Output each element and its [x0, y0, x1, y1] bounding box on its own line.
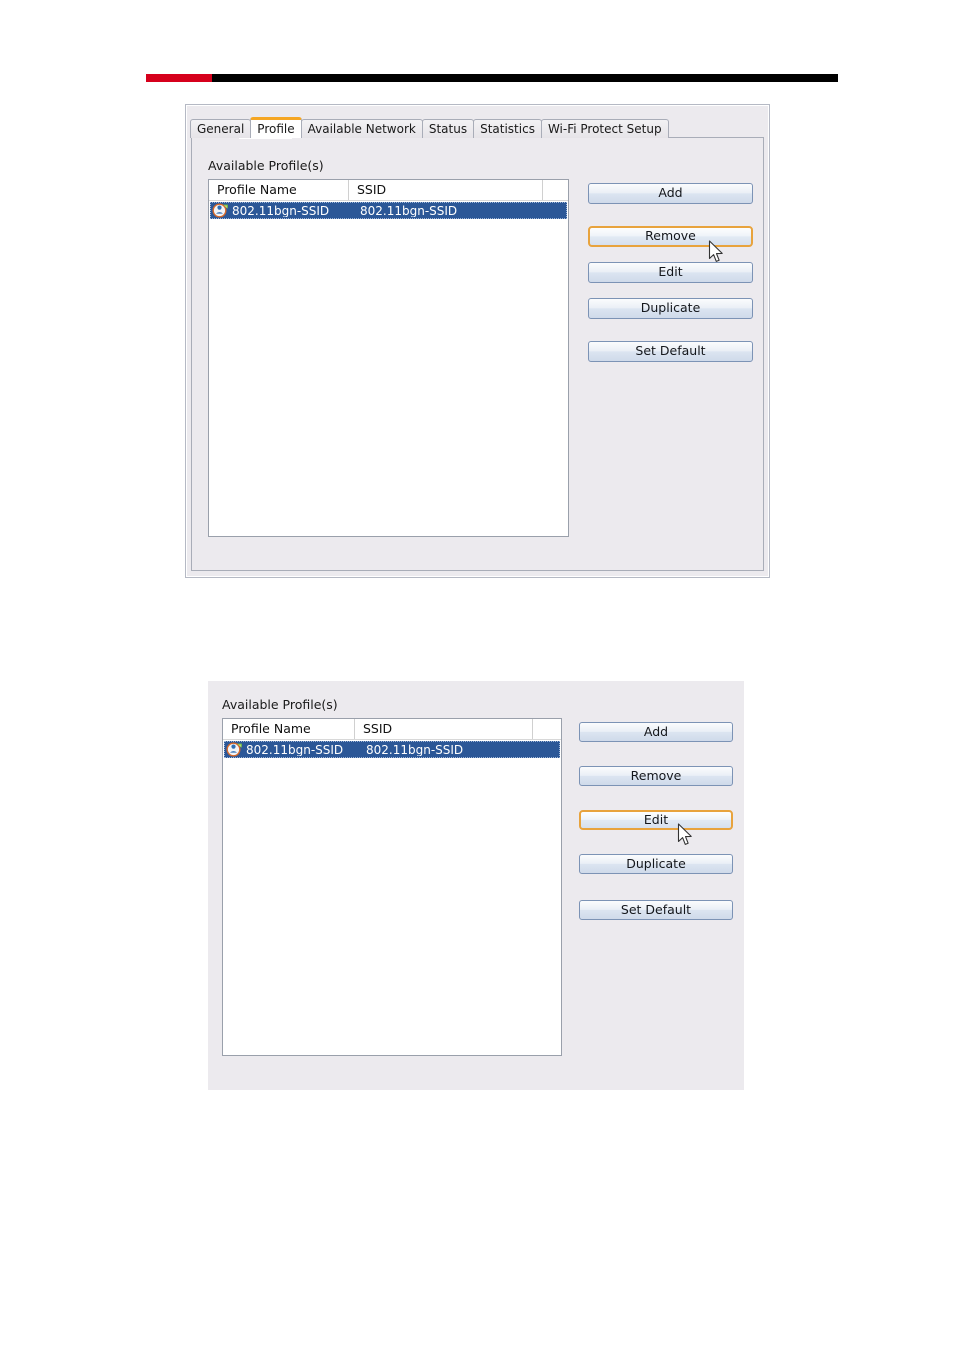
- profiles-content-row: Profile Name SSID 802.11bgn-SSID 802.11b…: [222, 718, 736, 1056]
- available-profiles-group: Available Profile(s) Profile Name SSID 8…: [208, 158, 753, 560]
- column-header-ssid[interactable]: SSID: [349, 180, 543, 200]
- tab-label: General: [197, 122, 245, 136]
- button-label: Add: [643, 723, 669, 739]
- edit-button[interactable]: Edit: [588, 262, 753, 283]
- available-profiles-label: Available Profile(s): [208, 158, 324, 173]
- listview-header: Profile Name SSID: [223, 719, 561, 740]
- wireless-profile-icon: [226, 742, 244, 757]
- button-label: Remove: [630, 767, 682, 783]
- listview-header: Profile Name SSID: [209, 180, 568, 201]
- button-label: Set Default: [620, 901, 692, 917]
- column-header-spacer[interactable]: [543, 180, 568, 200]
- button-label: Set Default: [635, 343, 706, 359]
- profiles-listview[interactable]: Profile Name SSID 802.11bgn-SSID 802.11b…: [208, 179, 569, 537]
- tab-status[interactable]: Status: [421, 119, 475, 138]
- available-profiles-label: Available Profile(s): [222, 697, 338, 712]
- tab-label: Profile: [257, 122, 295, 136]
- set-default-button[interactable]: Set Default: [579, 900, 733, 920]
- column-header-ssid[interactable]: SSID: [355, 719, 533, 739]
- set-default-button[interactable]: Set Default: [588, 341, 753, 362]
- edit-button[interactable]: Edit: [579, 810, 733, 845]
- button-label: Edit: [643, 811, 669, 827]
- column-header-profile-name[interactable]: Profile Name: [209, 180, 349, 200]
- duplicate-button[interactable]: Duplicate: [588, 298, 753, 319]
- profile-actions-button-column: Add Remove Edit Duplicate Set Default: [579, 718, 733, 920]
- header-rule-black-segment: [212, 74, 838, 82]
- available-profiles-group: Available Profile(s) Profile Name SSID 8…: [222, 697, 736, 1082]
- tab-profile[interactable]: Profile: [250, 117, 302, 138]
- button-label: Duplicate: [640, 300, 701, 316]
- add-button[interactable]: Add: [588, 183, 753, 204]
- tab-available-network[interactable]: Available Network: [300, 119, 423, 138]
- profiles-content-row: Profile Name SSID 802.11bgn-SSID 802.11b…: [208, 179, 753, 537]
- button-label: Remove: [645, 228, 696, 244]
- tab-label: Wi-Fi Protect Setup: [547, 122, 662, 136]
- remove-button[interactable]: Remove: [588, 226, 753, 262]
- wireless-utility-dialog: General Profile Available Network Status…: [185, 104, 770, 578]
- tab-wifi-protect-setup[interactable]: Wi-Fi Protect Setup: [540, 119, 669, 138]
- cell-profile-name: 802.11bgn-SSID: [246, 743, 344, 756]
- tab-label: Statistics: [480, 122, 535, 136]
- profile-actions-button-column: Add Remove Edit Duplicate Set Default: [588, 179, 753, 362]
- table-row[interactable]: 802.11bgn-SSID 802.11bgn-SSID: [210, 202, 567, 219]
- button-label: Edit: [658, 264, 683, 280]
- cell-profile-name: 802.11bgn-SSID: [232, 204, 330, 217]
- tab-strip: General Profile Available Network Status…: [186, 117, 669, 138]
- button-label: Add: [658, 185, 683, 201]
- add-button[interactable]: Add: [579, 722, 733, 742]
- cell-ssid: 802.11bgn-SSID: [360, 204, 458, 217]
- tab-label: Available Network: [307, 122, 416, 136]
- available-profiles-panel-secondary: Available Profile(s) Profile Name SSID 8…: [208, 681, 744, 1090]
- tab-statistics[interactable]: Statistics: [473, 119, 542, 138]
- tab-general[interactable]: General: [190, 119, 252, 138]
- button-label: Duplicate: [626, 855, 686, 871]
- duplicate-button[interactable]: Duplicate: [579, 854, 733, 874]
- table-row[interactable]: 802.11bgn-SSID 802.11bgn-SSID: [224, 741, 560, 758]
- cell-ssid: 802.11bgn-SSID: [366, 743, 464, 756]
- tab-panel-profile: Available Profile(s) Profile Name SSID 8…: [191, 137, 764, 571]
- header-rule-red-segment: [146, 74, 212, 82]
- wireless-profile-icon: [212, 203, 230, 218]
- column-header-spacer[interactable]: [533, 719, 561, 739]
- profiles-listview[interactable]: Profile Name SSID 802.11bgn-SSID 802.11b…: [222, 718, 562, 1056]
- header-rule: [146, 74, 838, 82]
- tab-label: Status: [428, 122, 468, 136]
- remove-button[interactable]: Remove: [579, 766, 733, 786]
- column-header-profile-name[interactable]: Profile Name: [223, 719, 355, 739]
